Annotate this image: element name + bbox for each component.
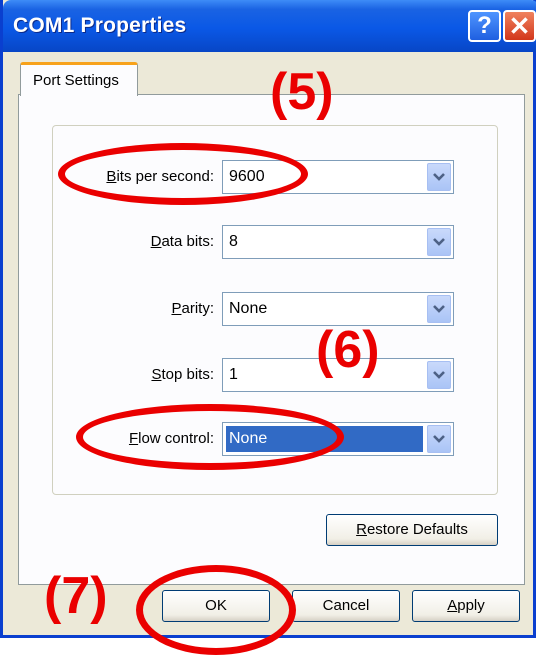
annotation-step-7: (7) [44,567,108,625]
annotation-ellipse-bits-per-second [58,143,308,205]
chevron-down-icon [433,371,445,379]
chevron-down-icon [433,435,445,443]
close-button[interactable]: ✕ [503,10,536,42]
stop-bits-value: 1 [229,366,238,383]
help-icon: ? [477,12,492,39]
stop-bits-dropdown-button[interactable] [427,361,451,389]
data-bits-label: Data bits: [150,233,214,250]
flow-control-dropdown-button[interactable] [427,425,451,453]
cancel-button[interactable]: Cancel [292,590,400,622]
parity-label: Parity: [171,300,214,317]
parity-value: None [229,300,268,317]
data-bits-dropdown-button[interactable] [427,228,451,256]
annotation-ellipse-ok [136,565,296,655]
stop-bits-label: Stop bits: [151,366,214,383]
window-title: COM1 Properties [13,14,187,37]
close-icon: ✕ [508,11,531,41]
tab-label: Port Settings [33,72,119,89]
data-bits-select[interactable]: 8 [222,225,454,259]
data-bits-value: 8 [229,233,238,250]
title-bar[interactable]: COM1 Properties ? ✕ [3,0,536,52]
annotation-step-6: (6) [316,321,380,379]
annotation-step-5: (5) [270,63,334,121]
chevron-down-icon [433,238,445,246]
restore-defaults-button[interactable]: Restore Defaults [326,514,498,546]
flow-control-value: None [229,430,268,447]
chevron-down-icon [433,305,445,313]
chevron-down-icon [433,173,445,181]
apply-button[interactable]: Apply [412,590,520,622]
help-button[interactable]: ? [468,10,501,42]
bits-per-second-dropdown-button[interactable] [427,163,451,191]
annotation-ellipse-flow-control [76,404,344,470]
parity-dropdown-button[interactable] [427,295,451,323]
tab-port-settings[interactable]: Port Settings [20,62,138,96]
